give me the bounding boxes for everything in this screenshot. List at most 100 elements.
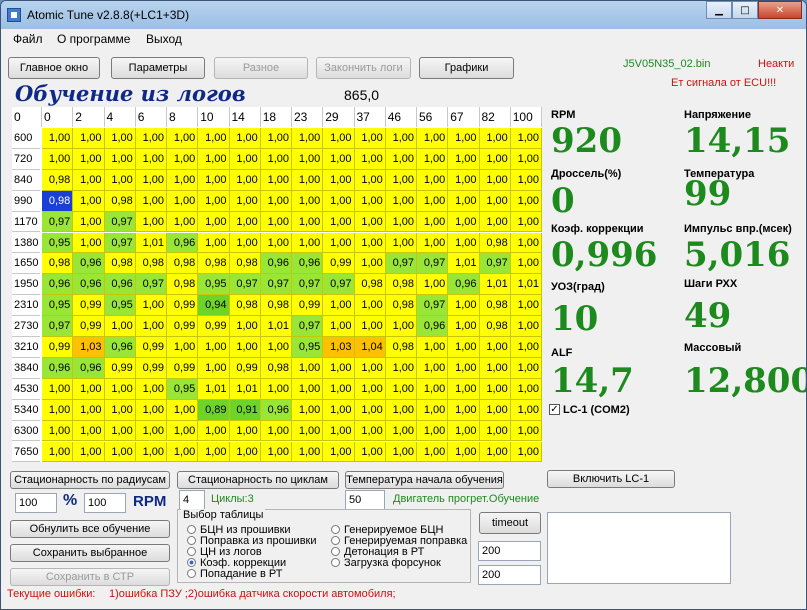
table-cell[interactable]: 0,99: [73, 295, 105, 317]
reset-learning-button[interactable]: Обнулить все обучение: [10, 520, 170, 538]
table-cell[interactable]: 1,00: [260, 378, 292, 400]
table-cell[interactable]: 0,96: [260, 399, 292, 421]
radio-icon[interactable]: [187, 524, 196, 534]
table-cell[interactable]: 1,00: [385, 399, 417, 421]
learning-temp-button[interactable]: Температура начала обучения: [345, 471, 504, 489]
table-cell[interactable]: 0,97: [42, 316, 74, 337]
table-cell[interactable]: 1,00: [417, 169, 449, 191]
table-cell[interactable]: 1,00: [323, 211, 355, 233]
table-cell[interactable]: 1,00: [510, 253, 542, 275]
table-cell[interactable]: 0,99: [323, 253, 355, 275]
table-cell[interactable]: 1,00: [42, 399, 74, 421]
table-cell[interactable]: 1,01: [479, 274, 511, 296]
table-cell[interactable]: 1,00: [510, 169, 542, 191]
table-cell[interactable]: 1,00: [479, 337, 511, 358]
table-cell[interactable]: 1,00: [198, 190, 230, 212]
table-cell[interactable]: 1,00: [510, 295, 542, 317]
table-cell[interactable]: 0,97: [385, 253, 417, 275]
table-cell[interactable]: 1,00: [354, 190, 386, 212]
timeout-input-a[interactable]: 200: [478, 541, 541, 561]
table-cell[interactable]: 0,98: [260, 357, 292, 379]
table-cell[interactable]: 1,00: [479, 357, 511, 379]
table-cell[interactable]: 1,01: [135, 232, 167, 254]
table-cell[interactable]: 0,98: [354, 274, 386, 296]
table-cell[interactable]: 1,00: [229, 211, 261, 233]
table-cell[interactable]: 1,00: [73, 128, 105, 149]
table-cell[interactable]: 1,00: [135, 169, 167, 191]
radio-icon[interactable]: [331, 535, 340, 545]
table-cell[interactable]: 1,00: [198, 357, 230, 379]
table-cell[interactable]: 1,00: [42, 420, 74, 442]
table-cell[interactable]: 1,00: [198, 128, 230, 149]
table-cell[interactable]: 1,00: [510, 316, 542, 337]
table-cell[interactable]: 1,00: [292, 399, 324, 421]
table-cell[interactable]: 1,00: [385, 128, 417, 149]
table-cell[interactable]: 1,00: [260, 190, 292, 212]
table-cell[interactable]: 1,00: [229, 232, 261, 254]
table-cell[interactable]: 0,94: [198, 295, 230, 317]
table-cell[interactable]: 1,00: [135, 211, 167, 233]
table-cell[interactable]: 0,89: [198, 399, 230, 421]
timeout-input-b[interactable]: 200: [478, 565, 541, 585]
table-cell[interactable]: 0,98: [42, 253, 74, 275]
table-cell[interactable]: 1,00: [510, 211, 542, 233]
table-cell[interactable]: 1,00: [354, 169, 386, 191]
table-cell[interactable]: 1,00: [323, 378, 355, 400]
table-cell[interactable]: 1,00: [510, 378, 542, 400]
table-cell[interactable]: 1,01: [510, 274, 542, 296]
table-cell[interactable]: 1,01: [198, 378, 230, 400]
table-cell[interactable]: 1,00: [385, 378, 417, 400]
table-cell[interactable]: 1,00: [417, 357, 449, 379]
parameters-button[interactable]: Параметры: [111, 57, 205, 79]
table-cell[interactable]: 0,98: [229, 295, 261, 317]
table-cell[interactable]: 1,00: [323, 128, 355, 149]
table-cell[interactable]: 1,00: [229, 420, 261, 442]
table-cell[interactable]: 1,00: [260, 148, 292, 170]
table-cell[interactable]: 0,97: [229, 274, 261, 296]
table-cell[interactable]: 0,98: [42, 190, 74, 212]
table-cell[interactable]: 0,98: [42, 169, 74, 191]
radio-icon[interactable]: [331, 546, 340, 556]
table-cell[interactable]: 1,00: [135, 148, 167, 170]
table-cell[interactable]: 1,00: [479, 148, 511, 170]
table-cell[interactable]: 1,00: [260, 337, 292, 358]
table-cell[interactable]: 1,00: [510, 441, 542, 463]
table-cell[interactable]: 1,00: [104, 316, 136, 337]
table-cell[interactable]: 1,00: [42, 441, 74, 463]
table-cell[interactable]: 1,00: [417, 274, 449, 296]
table-cell[interactable]: 1,00: [229, 148, 261, 170]
table-cell[interactable]: 1,00: [292, 378, 324, 400]
table-cell[interactable]: 1,00: [104, 441, 136, 463]
minimize-button[interactable]: ▁: [706, 1, 732, 19]
table-cell[interactable]: 1,00: [448, 441, 480, 463]
table-cell[interactable]: 1,00: [198, 441, 230, 463]
table-cell[interactable]: 1,00: [323, 190, 355, 212]
table-cell[interactable]: 1,00: [448, 357, 480, 379]
table-cell[interactable]: 1,00: [260, 169, 292, 191]
table-cell[interactable]: 0,97: [417, 253, 449, 275]
table-cell[interactable]: 0,96: [104, 337, 136, 358]
maximize-button[interactable]: □: [732, 1, 758, 19]
table-cell[interactable]: 1,00: [198, 232, 230, 254]
radio-icon[interactable]: [187, 568, 196, 578]
menu-file[interactable]: Файл: [13, 32, 43, 46]
table-cell[interactable]: 1,00: [385, 441, 417, 463]
table-cell[interactable]: 1,00: [417, 190, 449, 212]
table-cell[interactable]: 1,00: [417, 399, 449, 421]
title-bar[interactable]: Atomic Tune v2.8.8(+LC1+3D) ▁ □ ✕: [1, 1, 806, 29]
table-cell[interactable]: 1,00: [323, 148, 355, 170]
table-cell[interactable]: 1,00: [448, 420, 480, 442]
table-cell[interactable]: 1,00: [42, 128, 74, 149]
radio-icon[interactable]: [187, 535, 196, 545]
table-cell[interactable]: 1,01: [448, 253, 480, 275]
table-cell[interactable]: 1,00: [417, 211, 449, 233]
table-cell[interactable]: 1,00: [448, 232, 480, 254]
table-cell[interactable]: 0,98: [385, 337, 417, 358]
save-selected-button[interactable]: Сохранить выбранное: [10, 544, 170, 562]
table-cell[interactable]: 0,98: [135, 253, 167, 275]
table-cell[interactable]: 1,00: [198, 169, 230, 191]
table-cell[interactable]: 1,00: [417, 148, 449, 170]
table-cell[interactable]: 1,00: [167, 399, 199, 421]
table-cell[interactable]: 1,00: [229, 190, 261, 212]
cycles-input[interactable]: 4: [179, 490, 205, 510]
